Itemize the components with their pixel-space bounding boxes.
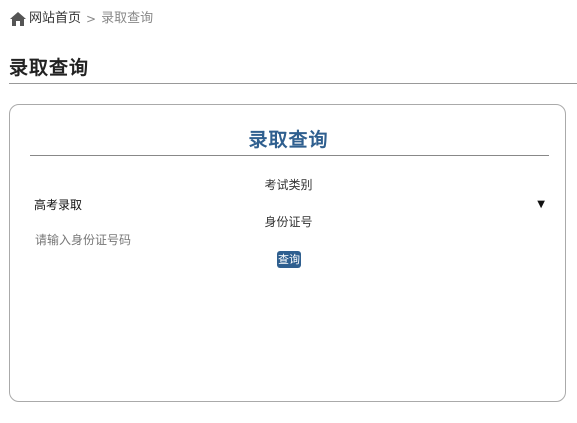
page-title: 录取查询	[9, 57, 90, 79]
breadcrumb: 网站首页 > 录取查询	[9, 9, 153, 29]
query-button[interactable]: 查询	[277, 251, 301, 268]
breadcrumb-home-link[interactable]: 网站首页	[29, 9, 81, 29]
exam-type-selected-value: 高考录取	[34, 197, 83, 212]
home-icon[interactable]	[9, 11, 27, 27]
exam-type-label: 考试类别	[264, 178, 313, 192]
exam-type-select[interactable]: 高考录取 ▼	[30, 194, 549, 214]
id-number-input[interactable]	[30, 230, 549, 250]
dropdown-arrow-icon: ▼	[537, 198, 545, 210]
title-divider	[9, 83, 577, 84]
query-form-card: 录取查询 考试类别 高考录取 ▼ 身份证号 查询	[9, 104, 566, 402]
breadcrumb-separator: >	[86, 12, 97, 26]
form-title-divider	[30, 155, 549, 156]
form-title: 录取查询	[248, 129, 329, 151]
id-number-label: 身份证号	[264, 215, 313, 229]
breadcrumb-current: 录取查询	[101, 11, 154, 26]
